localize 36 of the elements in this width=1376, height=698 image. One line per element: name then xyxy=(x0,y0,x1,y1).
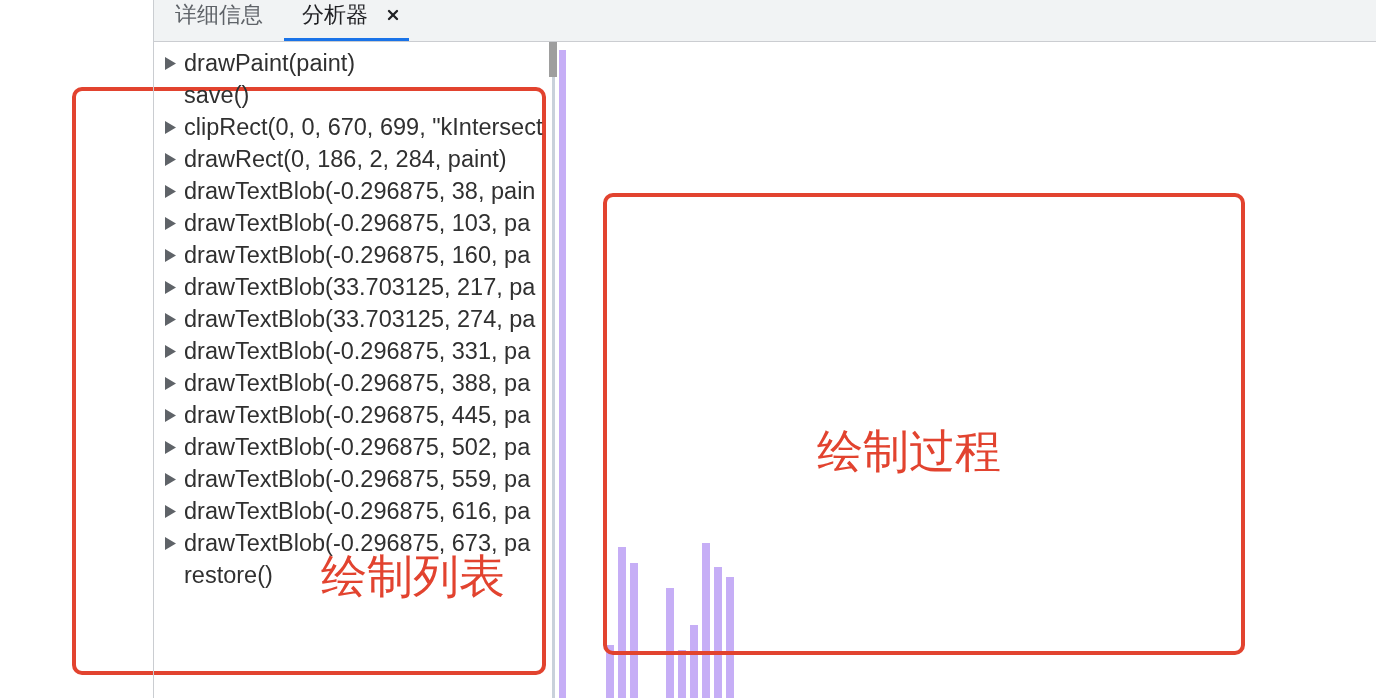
close-icon[interactable] xyxy=(385,7,401,23)
timeline-bar xyxy=(606,645,614,698)
caret-right-icon[interactable] xyxy=(165,504,176,518)
command-item[interactable]: drawTextBlob(33.703125, 274, pa xyxy=(184,303,536,335)
command-item[interactable]: drawPaint(paint) xyxy=(184,47,356,79)
caret-right-icon[interactable] xyxy=(165,440,176,454)
command-item[interactable]: drawTextBlob(-0.296875, 559, pa xyxy=(184,463,531,495)
caret-right-icon[interactable] xyxy=(165,152,176,166)
tab[interactable]: 分析器 xyxy=(284,0,409,41)
caret-right-icon[interactable] xyxy=(165,120,176,134)
command-item[interactable]: drawTextBlob(-0.296875, 502, pa xyxy=(184,431,531,463)
command-item[interactable]: drawTextBlob(-0.296875, 616, pa xyxy=(184,495,531,527)
caret-right-icon[interactable] xyxy=(165,280,176,294)
caret-right-icon[interactable] xyxy=(165,248,176,262)
scrollbar-thumb[interactable] xyxy=(549,42,557,77)
caret-right-icon[interactable] xyxy=(165,312,176,326)
caret-right-icon[interactable] xyxy=(165,408,176,422)
annotation-label: 绘制过程 xyxy=(817,428,1001,474)
caret-right-icon[interactable] xyxy=(165,184,176,198)
tab[interactable]: 详细信息 xyxy=(154,0,284,41)
command-item[interactable]: drawTextBlob(-0.296875, 331, pa xyxy=(184,335,531,367)
command-item[interactable]: drawTextBlob(-0.296875, 388, pa xyxy=(184,367,531,399)
command-item[interactable]: drawTextBlob(-0.296875, 160, pa xyxy=(184,239,531,271)
caret-right-icon[interactable] xyxy=(165,472,176,486)
command-item[interactable]: drawTextBlob(-0.296875, 38, pain xyxy=(184,175,536,207)
command-item[interactable]: drawTextBlob(-0.296875, 103, pa xyxy=(184,207,531,239)
caret-right-icon[interactable] xyxy=(165,376,176,390)
command-item[interactable]: drawRect(0, 186, 2, 284, paint) xyxy=(184,143,507,175)
command-item[interactable]: drawTextBlob(-0.296875, 445, pa xyxy=(184,399,531,431)
command-item[interactable]: restore() xyxy=(184,559,273,591)
timeline-bar xyxy=(678,650,686,698)
caret-right-icon[interactable] xyxy=(165,216,176,230)
caret-right-icon[interactable] xyxy=(165,536,176,550)
caret-right-icon[interactable] xyxy=(165,344,176,358)
command-item[interactable]: drawTextBlob(33.703125, 217, pa xyxy=(184,271,536,303)
caret-right-icon[interactable] xyxy=(165,56,176,70)
